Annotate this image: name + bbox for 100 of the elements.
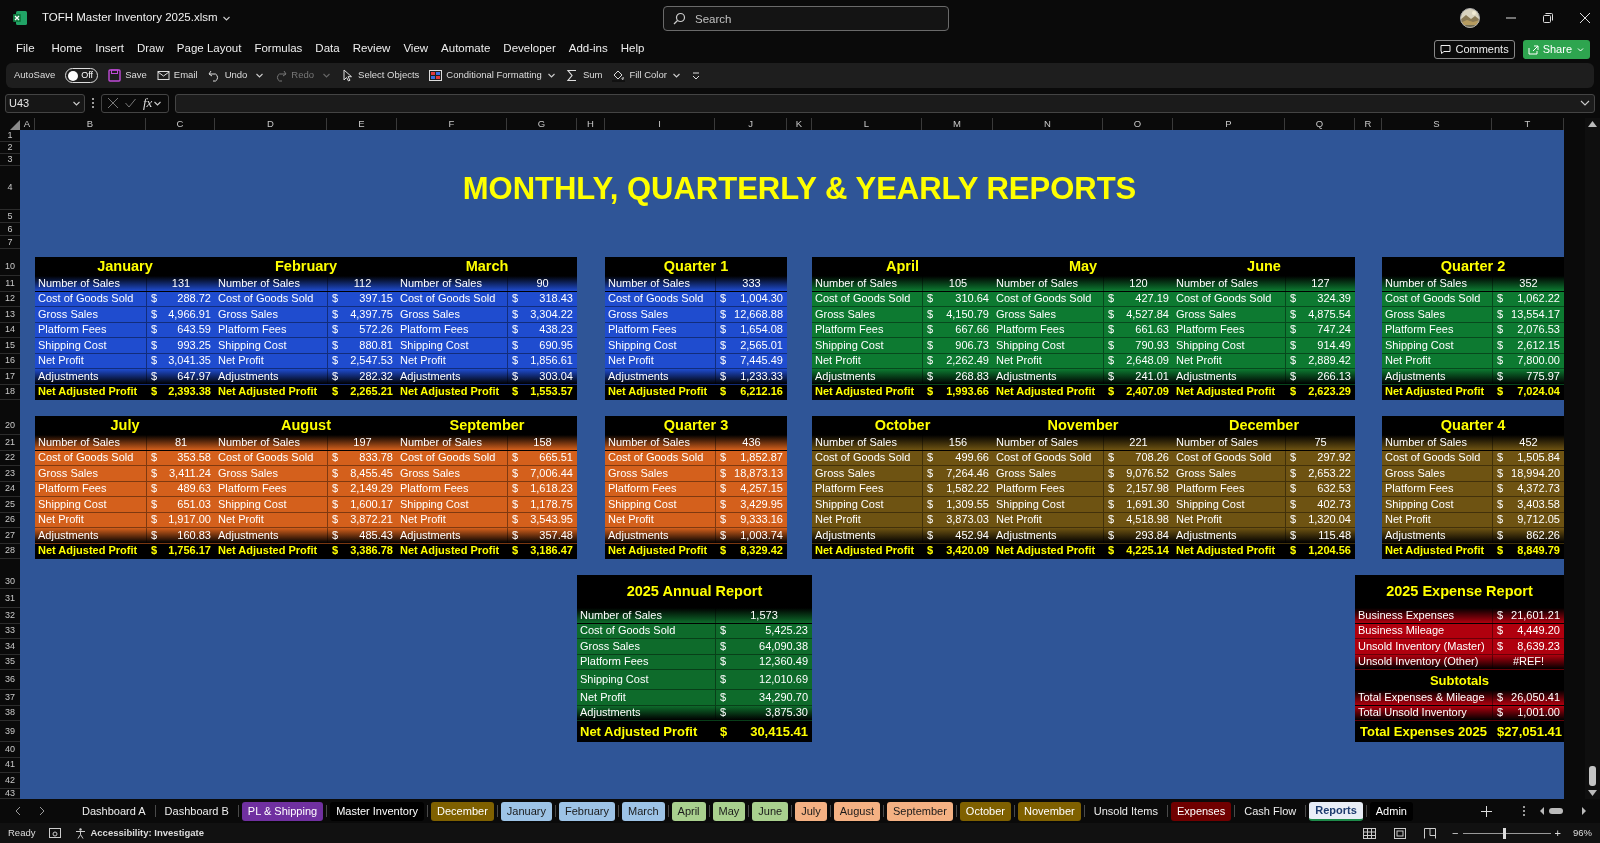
sum-icon	[565, 69, 579, 82]
sheet-tab[interactable]: February	[558, 801, 615, 821]
sheet-tab[interactable]: June	[752, 801, 789, 821]
sheet-tab[interactable]: November	[1017, 801, 1081, 821]
row-label: Gross Sales	[993, 307, 1103, 323]
menu-item[interactable]: View	[403, 40, 429, 58]
enter-icon[interactable]	[125, 98, 136, 108]
zoom-slider-thumb[interactable]	[1503, 828, 1507, 839]
sheet-tab[interactable]: Reports	[1309, 801, 1363, 821]
row-label: Adjustments	[397, 369, 507, 385]
menu-item[interactable]: Help	[620, 40, 645, 58]
row-label: Net Profit	[577, 690, 715, 706]
amount-cell: $ 880.81	[327, 338, 397, 354]
row-label: Number of Sales	[1382, 276, 1492, 292]
sheet-tab[interactable]: August	[833, 801, 880, 821]
normal-view-icon[interactable]	[1363, 828, 1377, 839]
menu-item[interactable]: Page Layout	[176, 40, 242, 58]
sheet-tab[interactable]: December	[431, 801, 494, 821]
dropdown-caret-icon[interactable]	[671, 71, 681, 80]
scroll-up-icon[interactable]	[1588, 120, 1597, 128]
sheet-tab[interactable]: Cash Flow	[1238, 801, 1303, 821]
more-options-icon[interactable]	[91, 97, 95, 109]
scroll-thumb[interactable]	[1589, 766, 1596, 786]
macro-recording-icon[interactable]	[49, 828, 62, 839]
zoom-in-button[interactable]: +	[1554, 825, 1561, 842]
close-icon[interactable]	[1580, 13, 1590, 23]
next-sheet-icon[interactable]	[38, 806, 46, 816]
dropdown-caret-icon[interactable]	[546, 71, 556, 80]
formula-field[interactable]	[175, 93, 1595, 113]
menu-item[interactable]: Draw	[137, 40, 164, 58]
menu-item[interactable]: Review	[352, 40, 391, 58]
row-label: Gross Sales	[812, 466, 922, 482]
sheet-tab[interactable]: Dashboard A	[76, 801, 152, 821]
row-label: Total Expenses 2025	[1359, 723, 1488, 741]
file-name-menu[interactable]: TOFH Master Inventory 2025.xlsm	[42, 9, 231, 27]
menu-item[interactable]: Automate	[441, 40, 491, 58]
zoom-out-button[interactable]: −	[1452, 825, 1459, 842]
menu-item[interactable]: Insert	[95, 40, 124, 58]
restore-icon[interactable]	[1543, 13, 1553, 23]
menu-item[interactable]: Data	[315, 40, 340, 58]
toolbar-button[interactable]: Email	[156, 68, 198, 83]
zoom-percentage[interactable]: 96%	[1573, 826, 1592, 841]
row-label: Adjustments	[605, 528, 715, 544]
sheet-tab[interactable]: April	[671, 801, 706, 821]
toolbar-button[interactable]: Fill Color	[612, 68, 667, 83]
scroll-down-icon[interactable]	[1588, 789, 1597, 797]
sheet-tab[interactable]: May	[712, 801, 746, 821]
toolbar-button[interactable]: Sum	[565, 68, 603, 83]
amount-cell: $ 34,290.70	[715, 690, 812, 706]
page-layout-icon[interactable]	[1394, 828, 1407, 839]
more-options-icon[interactable]	[1522, 805, 1526, 817]
dropdown-caret-icon[interactable]	[255, 71, 265, 80]
row-label: Adjustments	[35, 369, 146, 385]
amount-cell: $ 2,653.22	[1285, 466, 1355, 482]
menu-item[interactable]: Home	[51, 40, 83, 58]
sheet-tab[interactable]: Admin	[1369, 801, 1413, 821]
quarter-heading: Quarter 2	[1439, 257, 1507, 276]
amount-cell: $ 862.26	[1492, 528, 1564, 544]
sheet-tab[interactable]: March	[622, 801, 665, 821]
sheet-tab[interactable]: September	[887, 801, 953, 821]
row-label: Net Adjusted Profit	[1382, 384, 1492, 400]
menu-item[interactable]: Formulas	[254, 40, 303, 58]
cancel-icon[interactable]	[108, 98, 118, 108]
horizontal-scroll-icon[interactable]	[1540, 806, 1586, 816]
amount-cell: $ 1,756.17	[146, 543, 215, 559]
toolbar-button[interactable]: Conditional Formatting	[429, 68, 542, 83]
menu-item[interactable]: Developer	[503, 40, 556, 58]
sheet-tab[interactable]: Expenses	[1170, 801, 1232, 821]
amount-cell: $ 9,076.52	[1103, 466, 1173, 482]
amount-cell: $ 293.84	[1103, 528, 1173, 544]
expand-icon[interactable]	[1580, 98, 1590, 108]
menu-item[interactable]: File	[16, 40, 35, 58]
row-label: Shipping Cost	[993, 497, 1103, 513]
sheet-tab[interactable]: Master Inventory	[330, 801, 425, 821]
sheet-tab[interactable]: July	[795, 801, 827, 821]
overflow-icon[interactable]	[690, 70, 701, 81]
name-box[interactable]: U43	[5, 93, 85, 113]
sheet-tab[interactable]: Dashboard B	[158, 801, 235, 821]
add-sheet-icon[interactable]	[1481, 805, 1492, 817]
menu-item[interactable]: Add-ins	[568, 40, 608, 58]
row-label: Gross Sales	[577, 639, 715, 655]
row-label: Shipping Cost	[993, 338, 1103, 354]
amount-cell: $ 7,024.04	[1492, 384, 1564, 400]
sheet-tab[interactable]: January	[500, 801, 552, 821]
row-label: Shipping Cost	[1173, 497, 1285, 513]
sheet-tab[interactable]: PL & Shipping	[241, 801, 324, 821]
toolbar-button[interactable]: Select Objects	[341, 68, 420, 83]
comments-button[interactable]: Comments	[1434, 39, 1515, 59]
sheet-tab[interactable]: October	[959, 801, 1011, 821]
search-field[interactable]: Search	[663, 6, 949, 31]
sheet-tab[interactable]: Unsold Items	[1087, 801, 1164, 821]
toolbar-button[interactable]: Undo	[207, 68, 248, 83]
page-break-icon[interactable]	[1424, 828, 1437, 839]
amount-cell: $ 282.32	[327, 369, 397, 385]
row-label: Adjustments	[605, 369, 715, 385]
row-label: Number of Sales	[397, 435, 507, 451]
previous-sheet-icon[interactable]	[14, 806, 22, 816]
toolbar-button[interactable]: Save	[108, 68, 147, 83]
accessibility-button[interactable]: Accessibility: Investigate	[75, 826, 204, 841]
select-all-icon[interactable]	[8, 120, 20, 130]
